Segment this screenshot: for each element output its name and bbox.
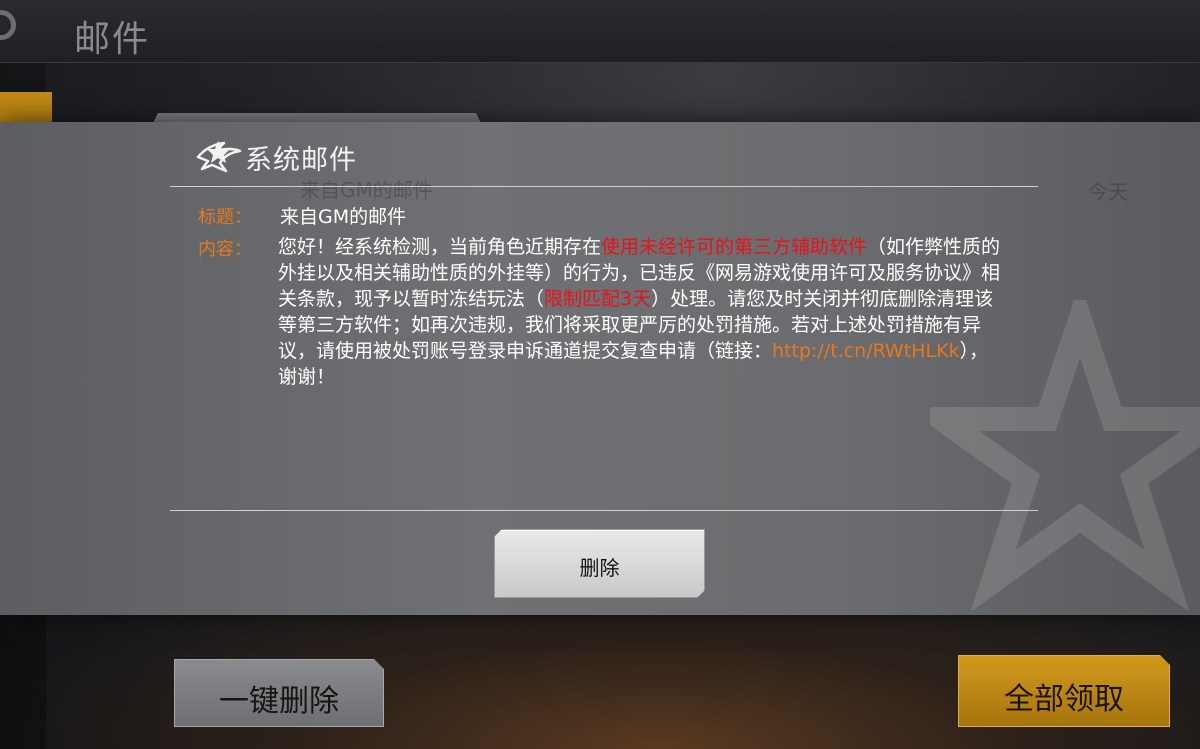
dialog-title: 系统邮件 xyxy=(245,145,357,176)
delete-all-label: 一键删除 xyxy=(219,684,339,719)
content-text: 您好！经系统检测，当前角色近期存在 xyxy=(278,236,602,258)
mail-content: 您好！经系统检测，当前角色近期存在使用未经许可的第三方辅助软件（如作弊性质的外挂… xyxy=(278,234,1006,390)
divider-bottom xyxy=(170,510,1038,511)
divider-top xyxy=(170,186,1038,187)
page-title: 邮件 xyxy=(74,19,151,60)
delete-button[interactable]: 删除 xyxy=(494,529,705,598)
subject-value: 来自GM的邮件 xyxy=(280,206,407,228)
content-highlight: 使用未经许可的第三方辅助软件 xyxy=(601,236,868,258)
delete-button-label: 删除 xyxy=(579,556,620,580)
content-highlight: 限制匹配3天 xyxy=(544,288,652,310)
list-item-date: 今天 xyxy=(1088,180,1128,204)
game-logo-icon xyxy=(196,141,242,173)
subject-label: 标题： xyxy=(198,207,252,228)
appeal-link[interactable]: http://t.cn/RWtHLKk xyxy=(772,340,960,362)
delete-all-button[interactable]: 一键删除 xyxy=(174,659,384,727)
content-label: 内容： xyxy=(198,239,252,260)
back-icon[interactable] xyxy=(0,10,16,40)
top-bar: 邮件 xyxy=(0,0,1200,63)
claim-all-button[interactable]: 全部领取 xyxy=(958,655,1170,727)
list-item-sender: 来自GM的邮件 xyxy=(300,178,433,202)
claim-all-label: 全部领取 xyxy=(1004,682,1124,717)
